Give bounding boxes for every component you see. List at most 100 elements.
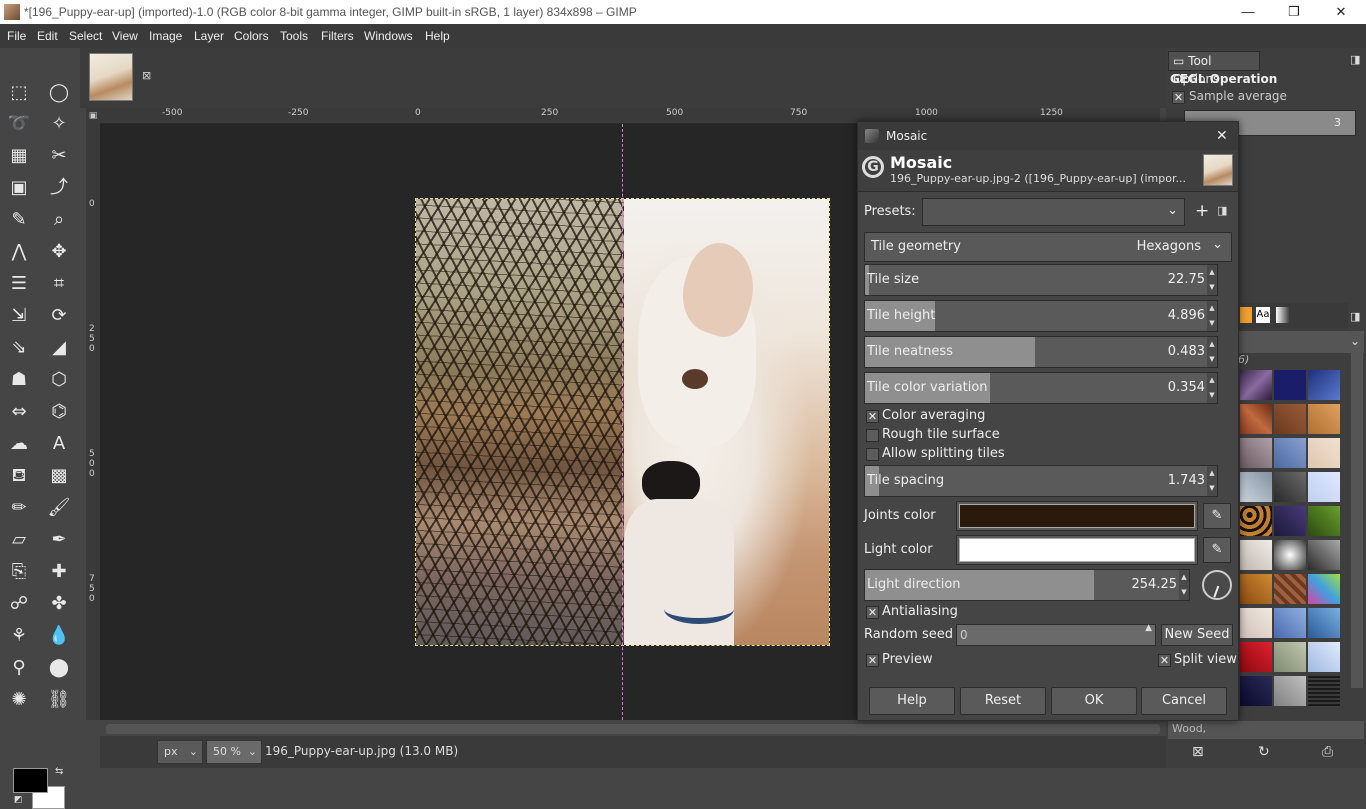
heal-icon[interactable]: ✚ bbox=[46, 559, 72, 585]
light-direction-slider[interactable]: Light direction 254.25 ▲ ▼ bbox=[864, 569, 1190, 601]
random-seed-input[interactable]: 0 ▲ bbox=[956, 623, 1156, 646]
pattern-swatch[interactable] bbox=[1274, 608, 1306, 638]
menu-view[interactable]: View bbox=[112, 24, 138, 48]
pattern-swatch[interactable] bbox=[1308, 574, 1340, 604]
tile-height-slider[interactable]: Tile height 4.896 ▲ ▼ bbox=[864, 300, 1218, 332]
light-direction-dial[interactable] bbox=[1202, 570, 1232, 600]
perspective-icon[interactable]: ◢ bbox=[46, 335, 72, 361]
pattern-swatch[interactable] bbox=[1240, 506, 1272, 536]
foreground-select-icon[interactable]: ▣ bbox=[6, 175, 32, 201]
dock-menu-icon[interactable]: ◨ bbox=[1350, 53, 1360, 66]
open-as-image-icon[interactable]: ⎙ bbox=[1322, 744, 1333, 760]
ink-icon[interactable]: 💧 bbox=[46, 623, 72, 649]
pattern-swatch[interactable] bbox=[1308, 370, 1340, 400]
pattern-swatch[interactable] bbox=[1274, 438, 1306, 468]
cancel-button[interactable]: Cancel bbox=[1141, 687, 1227, 715]
menu-tools[interactable]: Tools bbox=[280, 24, 308, 48]
preview-checkbox[interactable]: ✕ bbox=[866, 654, 879, 667]
refresh-icon[interactable]: ↻ bbox=[1258, 744, 1270, 760]
by-color-select-icon[interactable]: ▦ bbox=[6, 143, 32, 169]
brush-pattern-tabs[interactable]: Aa bbox=[1236, 303, 1348, 329]
spin-arrows-icon[interactable]: ▲ ▼ bbox=[1207, 373, 1217, 403]
sample-average-checkbox[interactable]: ✕ bbox=[1172, 91, 1185, 104]
pattern-swatch[interactable] bbox=[1240, 438, 1272, 468]
measure-icon[interactable]: ⋀ bbox=[6, 239, 32, 265]
pattern-swatch[interactable] bbox=[1240, 370, 1272, 400]
pattern-swatch[interactable] bbox=[1240, 642, 1272, 672]
gradient-tab-icon[interactable] bbox=[1240, 307, 1252, 323]
seamless-clone-icon[interactable]: ✺ bbox=[6, 687, 32, 713]
menu-layer[interactable]: Layer bbox=[194, 24, 224, 48]
spin-arrows-icon[interactable]: ▲ ▼ bbox=[1207, 337, 1217, 367]
rough-tile-surface-checkbox[interactable] bbox=[866, 429, 879, 442]
shear-icon[interactable]: ⇘ bbox=[6, 335, 32, 361]
pattern-swatch[interactable] bbox=[1240, 608, 1272, 638]
new-seed-button[interactable]: New Seed bbox=[1161, 624, 1233, 646]
pattern-swatch[interactable] bbox=[1274, 506, 1306, 536]
spin-arrows-icon[interactable]: ▲ ▼ bbox=[1207, 265, 1217, 295]
pattern-swatch[interactable] bbox=[1274, 676, 1306, 706]
ok-button[interactable]: OK bbox=[1051, 687, 1137, 715]
pattern-swatch[interactable] bbox=[1274, 642, 1306, 672]
pattern-swatch[interactable] bbox=[1240, 574, 1272, 604]
fuzzy-select-icon[interactable]: ✧ bbox=[46, 111, 72, 137]
patterns-view-select[interactable]: ⌄ bbox=[1236, 331, 1364, 353]
allow-splitting-tiles-checkbox[interactable] bbox=[866, 448, 879, 461]
scissors-icon[interactable]: ✂ bbox=[46, 143, 72, 169]
pattern-swatch[interactable] bbox=[1274, 540, 1306, 570]
pattern-swatch[interactable] bbox=[1240, 404, 1272, 434]
ruler-corner-icon[interactable]: ▣ bbox=[86, 108, 100, 124]
handle-transform-icon[interactable]: ⬤ bbox=[46, 655, 72, 681]
patterns-scrollbar[interactable] bbox=[1351, 348, 1363, 688]
cage-transform-icon[interactable]: ⌬ bbox=[46, 399, 72, 425]
pattern-swatch[interactable] bbox=[1274, 472, 1306, 502]
close-dialog-icon[interactable]: ✕ bbox=[1216, 122, 1228, 150]
eraser-icon[interactable]: ▱ bbox=[6, 527, 32, 553]
help-button[interactable]: Help bbox=[869, 687, 955, 715]
dock-menu-icon[interactable]: ◨ bbox=[1350, 310, 1360, 323]
pattern-swatch[interactable] bbox=[1308, 438, 1340, 468]
pattern-swatch[interactable] bbox=[1308, 608, 1340, 638]
zoom-icon[interactable]: ⌕ bbox=[46, 207, 72, 233]
menu-edit[interactable]: Edit bbox=[37, 24, 58, 48]
menu-image[interactable]: Image bbox=[149, 24, 182, 48]
lasso-icon[interactable]: ➰ bbox=[6, 111, 32, 137]
palette-tab-icon[interactable] bbox=[1276, 307, 1290, 323]
gradient-icon[interactable]: ▩ bbox=[46, 463, 72, 489]
airbrush-icon[interactable]: ✒ bbox=[46, 527, 72, 553]
horizontal-scrollbar[interactable] bbox=[106, 724, 1160, 734]
pattern-swatch[interactable] bbox=[1240, 540, 1272, 570]
tile-spacing-slider[interactable]: Tile spacing 1.743 ▲ ▼ bbox=[864, 465, 1218, 497]
rotate-icon[interactable]: ⟳ bbox=[46, 303, 72, 329]
preset-menu-icon[interactable]: ◨ bbox=[1217, 204, 1227, 217]
tile-geometry-select[interactable]: Tile geometry Hexagons ⌄ bbox=[864, 232, 1232, 262]
pattern-swatch[interactable] bbox=[1240, 472, 1272, 502]
split-view-guide[interactable] bbox=[622, 124, 623, 720]
spin-arrows-icon[interactable]: ▲ ▼ bbox=[1207, 466, 1217, 496]
warp-transform-icon[interactable]: ⚲ bbox=[6, 655, 32, 681]
split-view-checkbox[interactable]: ✕ bbox=[1158, 654, 1171, 667]
fonts-tab-icon[interactable]: Aa bbox=[1256, 307, 1270, 323]
pattern-swatch[interactable] bbox=[1274, 404, 1306, 434]
image-tab-thumbnail[interactable] bbox=[89, 53, 133, 101]
tile-size-slider[interactable]: Tile size 22.75 ▲ ▼ bbox=[864, 264, 1218, 296]
close-tab-icon[interactable]: ⊠ bbox=[142, 70, 154, 82]
smudge-icon[interactable]: ☁ bbox=[6, 431, 32, 457]
menu-filters[interactable]: Filters bbox=[321, 24, 354, 48]
tile-color-variation-slider[interactable]: Tile color variation 0.354 ▲ ▼ bbox=[864, 372, 1218, 404]
close-window-button[interactable]: ✕ bbox=[1318, 0, 1364, 24]
mypaint-brush-icon[interactable]: ⚘ bbox=[6, 623, 32, 649]
foreground-color-swatch[interactable] bbox=[13, 768, 48, 793]
zoom-select[interactable]: 50 % ⌄ bbox=[206, 740, 262, 764]
joints-color-button[interactable] bbox=[956, 501, 1198, 531]
color-picker-icon[interactable]: ✎ bbox=[1203, 503, 1231, 529]
default-colors-icon[interactable]: ◩ bbox=[14, 794, 26, 806]
menu-windows[interactable]: Windows bbox=[364, 24, 413, 48]
blur-icon[interactable]: ☍ bbox=[6, 591, 32, 617]
spin-arrows-icon[interactable]: ▲ ▼ bbox=[1207, 301, 1217, 331]
menu-file[interactable]: File bbox=[7, 24, 26, 48]
pencil-icon[interactable]: ✏ bbox=[6, 495, 32, 521]
paintbrush-icon[interactable]: 🖌 bbox=[46, 495, 72, 521]
delete-icon[interactable]: ⊠ bbox=[1192, 744, 1204, 760]
move-icon[interactable]: ✥ bbox=[46, 239, 72, 265]
